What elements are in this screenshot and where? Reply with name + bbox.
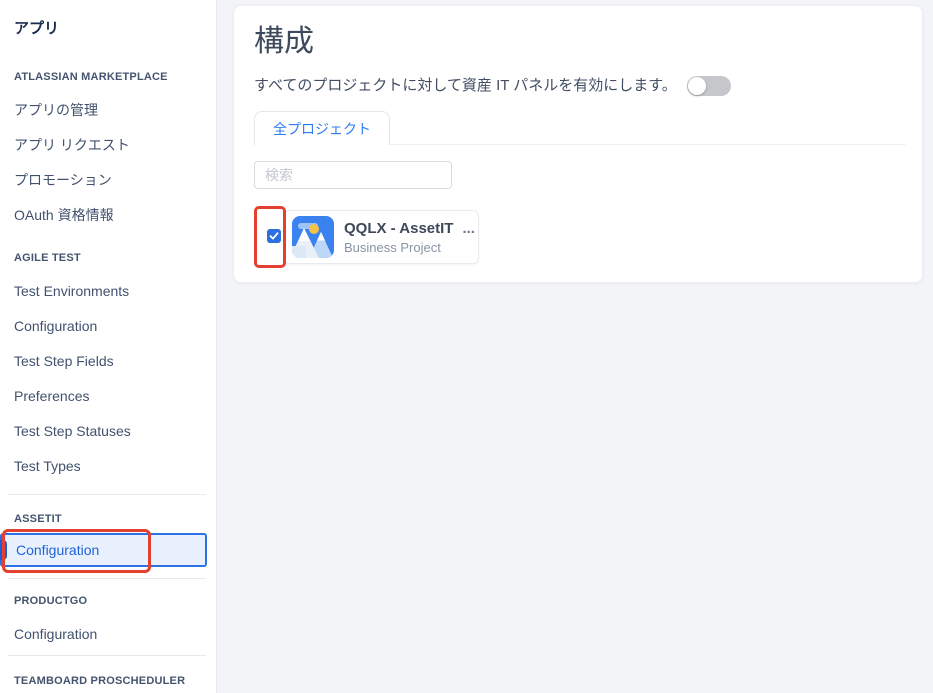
project-text: QQLX - AssetIT ... Business Project [344, 220, 475, 255]
sidebar-item-productgo-configuration[interactable]: Configuration [14, 625, 202, 643]
configuration-panel: 構成 すべてのプロジェクトに対して資産 IT パネルを有効にします。 全プロジェ… [233, 5, 923, 283]
sidebar-item-app-requests[interactable]: アプリ リクエスト [14, 136, 202, 154]
page-title: 構成 [254, 24, 922, 60]
sidebar-item-test-step-fields[interactable]: Test Step Fields [14, 352, 202, 370]
sidebar-item-label: Configuration [16, 542, 99, 558]
sidebar-divider [8, 494, 206, 495]
project-search-input[interactable] [254, 161, 452, 189]
mountain-project-avatar-icon [292, 216, 334, 258]
sidebar-item-oauth-credentials[interactable]: OAuth 資格情報 [14, 206, 202, 224]
project-name-overflow: ... [462, 220, 475, 238]
project-tabs: 全プロジェクト [254, 111, 906, 145]
section-header-productgo: PRODUCTGO [14, 595, 202, 608]
sidebar-item-preferences[interactable]: Preferences [14, 387, 202, 405]
section-header-teamboard-proscheduler: TEAMBOARD PROSCHEDULER [14, 675, 202, 688]
enable-all-projects-label: すべてのプロジェクトに対して資産 IT パネルを有効にします。 [254, 76, 677, 96]
enable-all-projects-row: すべてのプロジェクトに対して資産 IT パネルを有効にします。 [254, 76, 922, 96]
sidebar-title: アプリ [14, 20, 216, 38]
section-header-atlassian-marketplace: ATLASSIAN MARKETPLACE [14, 71, 202, 84]
project-name: QQLX - AssetIT [344, 220, 453, 238]
sidebar-item-assetit-configuration-selected[interactable]: Configuration [0, 533, 207, 567]
project-checkbox[interactable] [267, 229, 281, 243]
sidebar-item-test-types[interactable]: Test Types [14, 457, 202, 475]
project-list-row: QQLX - AssetIT ... Business Project [254, 206, 922, 268]
toggle-knob [688, 77, 706, 95]
project-category: Business Project [344, 240, 475, 255]
apps-sidebar: アプリ ATLASSIAN MARKETPLACE アプリの管理 アプリ リクエ… [0, 0, 217, 693]
sidebar-item-agile-configuration[interactable]: Configuration [14, 317, 202, 335]
section-header-assetit: ASSETIT [14, 513, 202, 526]
tab-all-projects[interactable]: 全プロジェクト [254, 111, 390, 145]
section-header-agile-test: AGILE TEST [14, 252, 202, 265]
sidebar-item-manage-apps[interactable]: アプリの管理 [14, 101, 202, 119]
sidebar-divider [8, 578, 206, 579]
enable-all-projects-toggle[interactable] [687, 76, 731, 96]
sidebar-item-test-step-statuses[interactable]: Test Step Statuses [14, 422, 202, 440]
selected-indicator-bar [0, 540, 7, 560]
sidebar-divider [8, 655, 206, 656]
sidebar-item-test-environments[interactable]: Test Environments [14, 282, 202, 300]
project-card-qqlx-assetit[interactable]: QQLX - AssetIT ... Business Project [283, 210, 479, 264]
sidebar-item-promotions[interactable]: プロモーション [14, 171, 202, 189]
check-icon [269, 231, 279, 241]
